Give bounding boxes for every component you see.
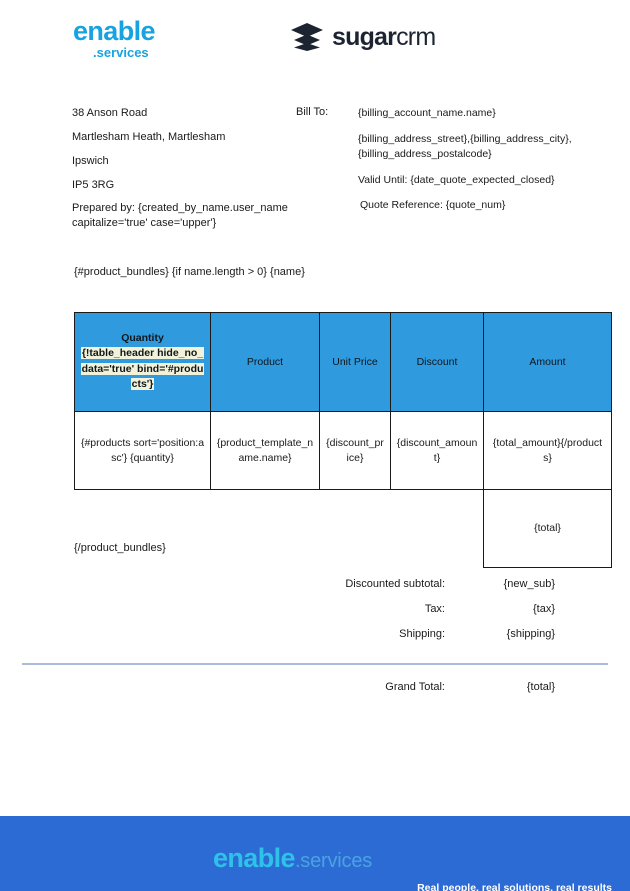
sugarcrm-wordmark: sugarcrm (332, 22, 436, 51)
quantity-header-directive: {!table_header hide_no_data='true' bind=… (80, 346, 205, 391)
table-header-discount: Discount (390, 312, 484, 412)
address-info-area: 38 Anson Road Martlesham Heath, Martlesh… (0, 90, 630, 260)
enable-logo-word: enable (73, 16, 156, 46)
footer-tagline: Real people, real solutions, real result… (417, 882, 612, 891)
grand-total-value: {total} (526, 681, 555, 693)
enable-logo-subword: .services (93, 45, 149, 60)
cell-quantity: {#products sort='position:asc'} {quantit… (74, 411, 211, 490)
document-header: enable .services sugarcrm (0, 0, 630, 90)
grand-total-row: Grand Total: {total} (300, 681, 600, 693)
shipping-value: {shipping} (506, 628, 555, 640)
cell-bundle-total: {total} (483, 489, 612, 568)
prepared-by-text: Prepared by: {created_by_name.user_name … (72, 202, 288, 230)
footer-enable-logo: enable.services (213, 845, 372, 872)
sugarcrm-word-bold: sugar (332, 22, 397, 51)
product-bundles-close-tag: {/product_bundles} (74, 542, 166, 554)
sugarcrm-word-light: crm (396, 22, 436, 51)
sender-address-line: 38 Anson Road (72, 107, 148, 119)
subtotal-value: {new_sub} (503, 578, 555, 590)
sugarcrm-stacked-layers-icon (291, 23, 323, 51)
sugarcrm-logo: sugarcrm (290, 22, 436, 52)
bill-to-address: {billing_address_street},{billing_addres… (358, 133, 572, 161)
total-row-spacer (319, 489, 391, 568)
tax-value: {tax} (532, 603, 555, 615)
sender-address-line: Ipswich (72, 154, 109, 167)
total-row-spacer (210, 489, 320, 568)
quote-template-document: enable .services sugarcrm 38 Anson Road … (0, 0, 630, 891)
quote-reference-text: Quote Reference: {quote_num} (360, 198, 506, 211)
bill-to-label: Bill To: (296, 106, 329, 118)
document-footer: enable.services Real people, real soluti… (0, 816, 630, 891)
sender-address-line: IP5 3RG (72, 178, 115, 191)
totals-summary-block: Discounted subtotal: {new_sub} Tax: {tax… (300, 578, 600, 653)
tax-label: Tax: (424, 603, 445, 615)
sender-address-block: 38 Anson Road Martlesham Heath, Martlesh… (72, 106, 322, 231)
enable-services-logo: enable .services (73, 16, 156, 60)
quote-line-items-table: Quantity {!table_header hide_no_data='tr… (74, 312, 612, 568)
total-row-spacer (390, 489, 484, 568)
valid-until-text: Valid Until: {date_quote_expected_closed… (358, 173, 555, 186)
bill-to-account-row: Bill To: {billing_account_name.name} (296, 106, 596, 121)
sender-address-line: Martlesham Heath, Martlesham (72, 130, 226, 143)
table-row: {#products sort='position:asc'} {quantit… (74, 411, 612, 490)
section-divider (22, 663, 608, 665)
totals-row-shipping: Shipping: {shipping} (300, 628, 600, 640)
table-total-row: {total} (74, 489, 612, 568)
subtotal-label: Discounted subtotal: (345, 578, 445, 590)
totals-row-subtotal: Discounted subtotal: {new_sub} (300, 578, 600, 590)
cell-product: {product_template_name.name} (210, 411, 320, 490)
cell-amount: {total_amount}{/products} (483, 411, 612, 490)
table-header-row: Quantity {!table_header hide_no_data='tr… (74, 312, 612, 412)
shipping-label: Shipping: (399, 628, 445, 640)
cell-discount: {discount_amount} (390, 411, 484, 490)
table-header-quantity: Quantity {!table_header hide_no_data='tr… (74, 312, 211, 412)
total-row-spacer (74, 489, 211, 568)
table-header-product: Product (210, 312, 320, 412)
totals-row-tax: Tax: {tax} (300, 603, 600, 615)
grand-total-label: Grand Total: (385, 681, 445, 693)
cell-unit-price: {discount_price} (319, 411, 391, 490)
table-header-amount: Amount (483, 312, 612, 412)
product-bundles-open-tag: {#product_bundles} {if name.length > 0} … (74, 266, 305, 278)
footer-logo-word: enable (213, 843, 296, 873)
table-header-unit-price: Unit Price (319, 312, 391, 412)
bill-to-account-name: {billing_account_name.name} (358, 107, 496, 119)
footer-logo-subword: .services (294, 850, 373, 872)
quantity-header-label: Quantity (121, 331, 164, 344)
bill-to-block: Bill To: {billing_account_name.name} {bi… (296, 106, 596, 213)
